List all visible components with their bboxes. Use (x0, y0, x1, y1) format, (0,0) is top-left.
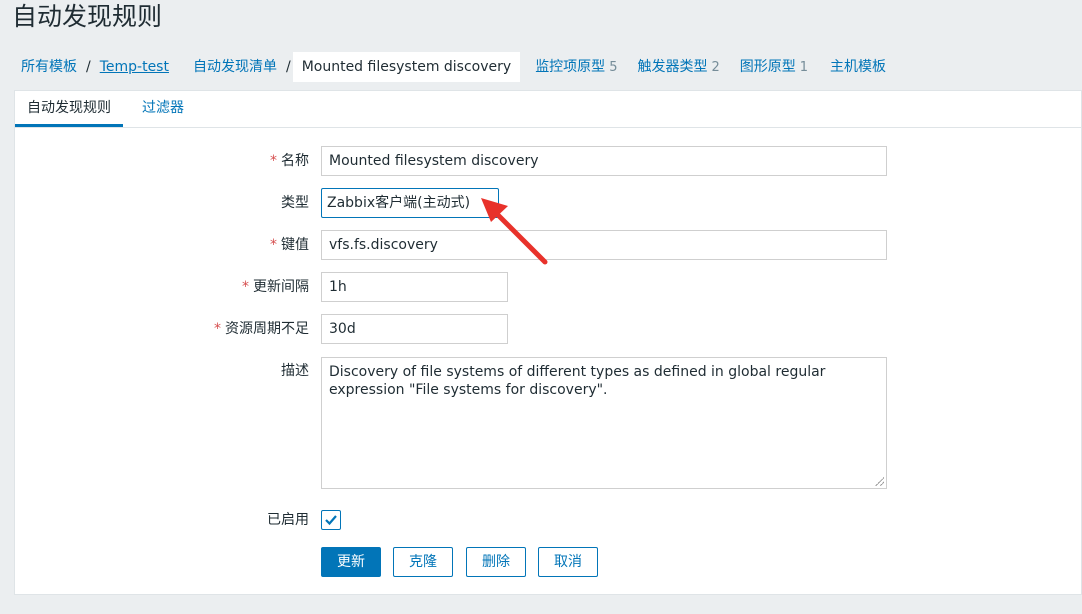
lifetime-label-text: 资源周期不足 (225, 321, 309, 337)
breadcrumb-discovery-list[interactable]: 自动发现清单 (184, 52, 286, 82)
delete-button[interactable]: 删除 (466, 547, 526, 577)
key-label-text: 键值 (281, 237, 309, 253)
nav-count: 5 (609, 59, 618, 75)
interval-label-text: 更新间隔 (253, 279, 309, 295)
required-mark: * (242, 279, 249, 295)
breadcrumb-all-templates[interactable]: 所有模板 (12, 52, 86, 82)
clone-button[interactable]: 克隆 (393, 547, 453, 577)
breadcrumb: 所有模板 / Temp-test 自动发现清单 / Mounted filesy… (12, 52, 895, 82)
breadcrumb-template[interactable]: Temp-test (91, 52, 178, 82)
name-label-text: 名称 (281, 153, 309, 169)
page-title: 自动发现规则 (12, 2, 163, 31)
lifetime-input[interactable]: 30d (321, 314, 508, 344)
nav-graph-prototypes[interactable]: 图形原型 1 (731, 52, 817, 83)
tab-discovery-rule[interactable]: 自动发现规则 (15, 91, 123, 127)
enabled-checkbox[interactable] (321, 510, 341, 530)
description-text: Discovery of file systems of different t… (329, 364, 826, 398)
update-button[interactable]: 更新 (321, 547, 381, 577)
type-select[interactable]: Zabbix客户端(主动式) (321, 188, 499, 218)
tab-filters[interactable]: 过滤器 (130, 91, 196, 127)
nav-host-templates[interactable]: 主机模板 (821, 52, 895, 82)
nav-count: 2 (711, 59, 720, 75)
nav-item-prototypes[interactable]: 监控项原型 5 (526, 52, 626, 83)
interval-label: * 更新间隔 (109, 277, 309, 297)
required-mark: * (270, 237, 277, 253)
chevron-down-icon (483, 201, 491, 206)
name-label: * 名称 (109, 151, 309, 171)
nav-label: 监控项原型 (535, 58, 606, 75)
form-panel: 自动发现规则 过滤器 * 名称 Mounted filesystem discov… (14, 90, 1082, 595)
name-input[interactable]: Mounted filesystem discovery (321, 146, 887, 176)
enabled-label: 已启用 (267, 512, 309, 528)
nav-label: 触发器类型 (637, 58, 708, 75)
checkmark-icon (325, 515, 337, 526)
breadcrumb-current: Mounted filesystem discovery (292, 52, 521, 82)
description-textarea[interactable]: Discovery of file systems of different t… (321, 357, 887, 489)
resize-handle-icon[interactable] (875, 477, 884, 486)
nav-count: 1 (799, 59, 809, 75)
required-mark: * (214, 321, 221, 337)
nav-label: 主机模板 (830, 59, 887, 75)
lifetime-label: * 资源周期不足 (109, 319, 309, 339)
type-label: 类型 (281, 195, 309, 211)
cancel-button[interactable]: 取消 (538, 547, 598, 577)
key-label: * 键值 (109, 235, 309, 255)
key-input[interactable]: vfs.fs.discovery (321, 230, 887, 260)
nav-label: 图形原型 (739, 58, 796, 75)
nav-trigger-types[interactable]: 触发器类型 2 (628, 52, 728, 83)
tab-bar: 自动发现规则 过滤器 (15, 91, 1081, 128)
breadcrumb-separator: / (285, 59, 291, 75)
description-label: 描述 (281, 363, 309, 379)
type-select-value: Zabbix客户端(主动式) (327, 195, 471, 211)
required-mark: * (270, 153, 277, 169)
interval-input[interactable]: 1h (321, 272, 508, 302)
